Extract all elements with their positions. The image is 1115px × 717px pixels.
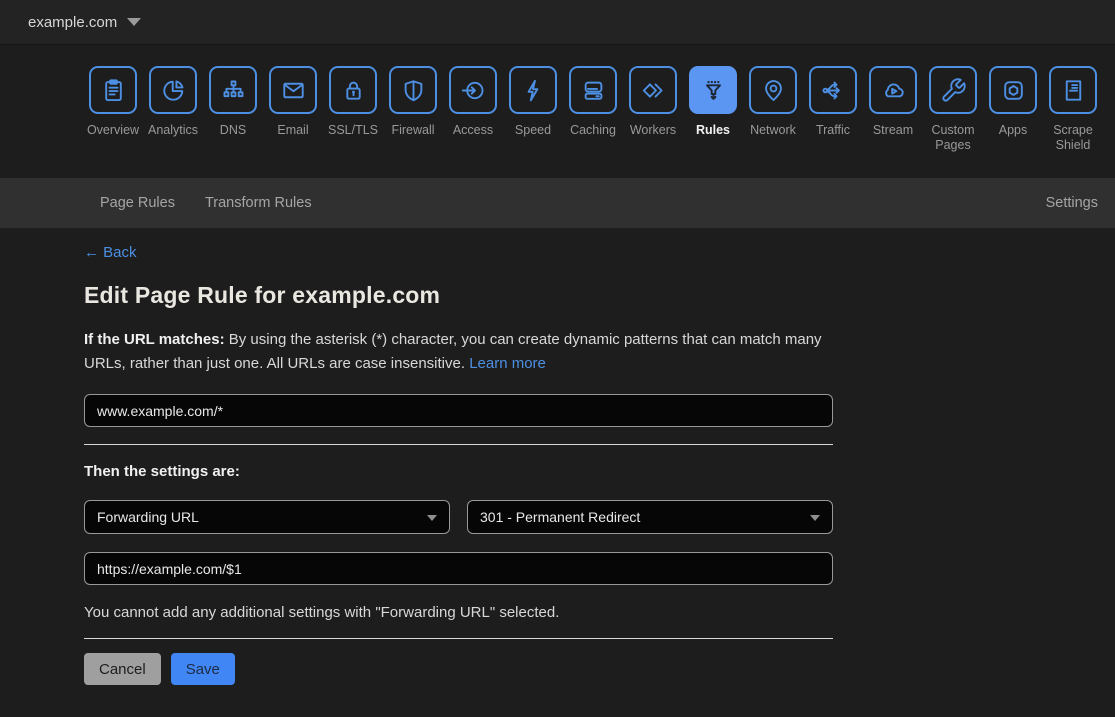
document-icon — [1060, 77, 1087, 104]
nav-tile-access — [449, 66, 497, 114]
nav-item-network[interactable]: Network — [749, 66, 797, 138]
subnav-item-settings[interactable]: Settings — [1046, 195, 1098, 211]
nav-item-scrape-shield[interactable]: Scrape Shield — [1049, 66, 1097, 153]
nav-item-firewall[interactable]: Firewall — [389, 66, 437, 138]
redirect-status-value: 301 - Permanent Redirect — [480, 509, 640, 525]
nav-item-access[interactable]: Access — [449, 66, 497, 138]
topbar: example.com — [0, 0, 1115, 45]
forwarding-note: You cannot add any additional settings w… — [84, 604, 833, 621]
redirect-status-select[interactable]: 301 - Permanent Redirect — [467, 500, 833, 534]
nav-tile-analytics — [149, 66, 197, 114]
subnav-item-page-rules[interactable]: Page Rules — [100, 195, 175, 211]
back-link-label: Back — [103, 244, 136, 261]
settings-heading: Then the settings are: — [84, 463, 833, 480]
nav-item-speed[interactable]: Speed — [509, 66, 557, 138]
nav-tile-caching — [569, 66, 617, 114]
wrench-icon — [940, 77, 967, 104]
nav-tile-ssl-tls — [329, 66, 377, 114]
page-title: Edit Page Rule for example.com — [84, 282, 833, 309]
nav-tile-network — [749, 66, 797, 114]
nav-tile-traffic — [809, 66, 857, 114]
network-tree-icon — [220, 77, 247, 104]
shield-icon — [400, 77, 427, 104]
clipboard-icon — [100, 77, 127, 104]
nav-tile-scrape-shield — [1049, 66, 1097, 114]
save-button[interactable]: Save — [171, 653, 235, 685]
divider — [84, 444, 833, 445]
padlock-icon — [340, 77, 367, 104]
nav-item-stream[interactable]: Stream — [869, 66, 917, 138]
nav-item-label: Scrape Shield — [1037, 123, 1109, 153]
nav-item-dns[interactable]: DNS — [209, 66, 257, 138]
funnel-icon — [700, 77, 727, 104]
location-pin-icon — [760, 77, 787, 104]
url-match-bold-label: If the URL matches: — [84, 331, 225, 348]
nav-tile-custom-pages — [929, 66, 977, 114]
server-stack-icon — [580, 77, 607, 104]
pie-chart-icon — [160, 77, 187, 104]
url-match-description: If the URL matches: By using the asteris… — [84, 328, 833, 376]
branch-arrows-icon — [820, 77, 847, 104]
url-match-input[interactable] — [84, 394, 833, 427]
nav-item-traffic[interactable]: Traffic — [809, 66, 857, 138]
nav-item-apps[interactable]: Apps — [989, 66, 1037, 138]
lightning-icon — [520, 77, 547, 104]
back-link[interactable]: ← Back — [84, 244, 137, 261]
nav-tile-dns — [209, 66, 257, 114]
learn-more-link[interactable]: Learn more — [469, 355, 546, 372]
nav-item-caching[interactable]: Caching — [569, 66, 617, 138]
subnav: Page Rules Transform Rules Settings — [0, 178, 1115, 228]
cloud-play-icon — [880, 77, 907, 104]
envelope-icon — [280, 77, 307, 104]
chevron-down-icon — [810, 515, 820, 521]
nav-tile-overview — [89, 66, 137, 114]
nav-item-email[interactable]: Email — [269, 66, 317, 138]
main-content: ← Back Edit Page Rule for example.com If… — [0, 228, 1115, 685]
site-switcher[interactable]: example.com — [28, 14, 117, 31]
nav-tile-email — [269, 66, 317, 114]
settings-row: Forwarding URL 301 - Permanent Redirect — [84, 500, 833, 534]
app-box-icon — [1000, 77, 1027, 104]
nav-tile-firewall — [389, 66, 437, 114]
nav-item-custom-pages[interactable]: Custom Pages — [929, 66, 977, 153]
chevron-down-icon — [427, 515, 437, 521]
setting-type-select[interactable]: Forwarding URL — [84, 500, 450, 534]
login-arrow-icon — [460, 77, 487, 104]
form-actions: Cancel Save — [84, 653, 833, 685]
nav-item-analytics[interactable]: Analytics — [149, 66, 197, 138]
nav-tile-stream — [869, 66, 917, 114]
nav-item-overview[interactable]: Overview — [89, 66, 137, 138]
nav-item-ssl-tls[interactable]: SSL/TLS — [329, 66, 377, 138]
back-arrow-icon: ← — [84, 244, 99, 261]
subnav-item-transform-rules[interactable]: Transform Rules — [205, 195, 312, 211]
icon-nav: OverviewAnalyticsDNSEmailSSL/TLSFirewall… — [0, 45, 1115, 178]
nav-tile-apps — [989, 66, 1037, 114]
destination-url-input[interactable] — [84, 552, 833, 585]
nav-tile-rules — [689, 66, 737, 114]
cancel-button[interactable]: Cancel — [84, 653, 161, 685]
nav-tile-speed — [509, 66, 557, 114]
chevron-down-icon[interactable] — [127, 18, 141, 26]
divider — [84, 638, 833, 639]
nav-item-workers[interactable]: Workers — [629, 66, 677, 138]
nav-tile-workers — [629, 66, 677, 114]
nav-item-rules[interactable]: Rules — [689, 66, 737, 138]
code-brackets-icon — [640, 77, 667, 104]
setting-type-value: Forwarding URL — [97, 509, 199, 525]
